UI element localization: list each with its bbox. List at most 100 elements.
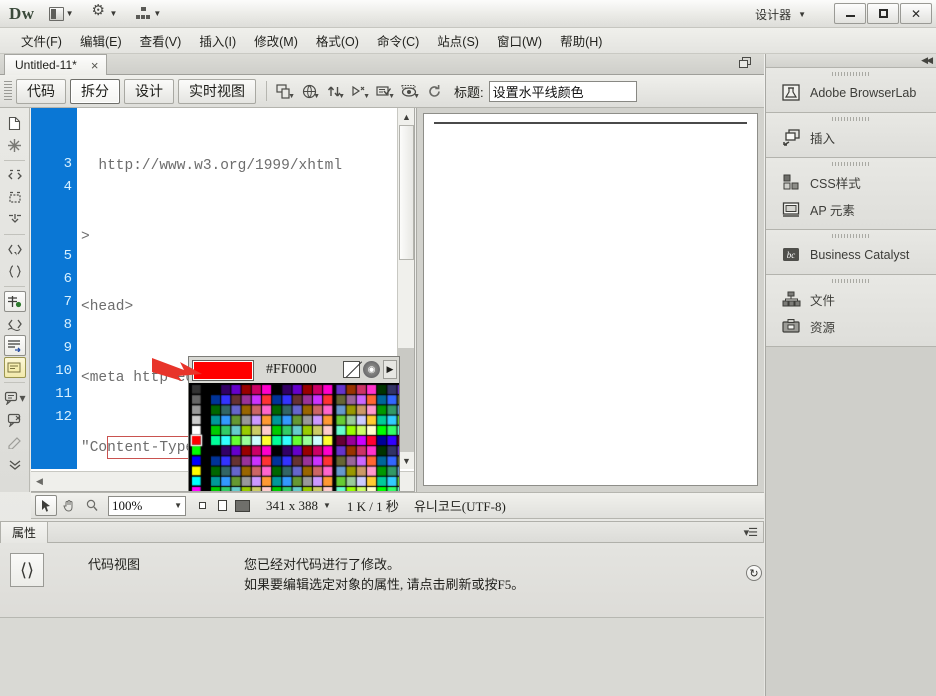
site-manager-button[interactable]: ▼	[131, 3, 165, 25]
highlight-invalid-code-icon[interactable]	[4, 313, 26, 334]
code-line: <head>	[81, 299, 134, 315]
menu-item-insert[interactable]: 插入(I)	[190, 28, 245, 53]
site-settings-button[interactable]: ▼	[87, 3, 121, 25]
system-color-picker-icon[interactable]: ◉	[363, 361, 380, 378]
color-swatch-grid[interactable]	[189, 383, 399, 491]
line-numbers-icon[interactable]	[3, 291, 26, 312]
panel-grip[interactable]	[766, 113, 936, 124]
format-source-code-icon[interactable]	[4, 453, 26, 474]
code-view-pane[interactable]: 3 4 5 6 7 8 9 10 11 12 http://www.w3.org…	[31, 108, 415, 492]
panel-grip[interactable]	[766, 230, 936, 241]
chevron-down-icon: ▼	[153, 8, 162, 18]
close-button[interactable]: ✕	[900, 3, 932, 24]
scroll-up-icon[interactable]: ▲	[398, 108, 414, 125]
toolbar-grip[interactable]	[4, 81, 12, 101]
apply-comment-icon[interactable]	[3, 335, 26, 356]
large-window-icon[interactable]	[232, 496, 252, 516]
select-parent-tag-icon[interactable]	[4, 239, 26, 260]
expand-all-icon[interactable]	[4, 209, 26, 230]
panel-grip[interactable]	[766, 68, 936, 79]
color-swatch-canvas[interactable]	[189, 383, 399, 491]
dreamweaver-window: Dw ▼ ▼ ▼ 设计器 ▼ ✕ 文件(F) 编辑(E) 查看(V) 插入(I)…	[0, 0, 936, 696]
no-color-icon[interactable]	[343, 361, 360, 378]
horizontal-rule-element[interactable]	[434, 122, 747, 124]
panel-options-menu-icon[interactable]: ▾☰	[744, 526, 758, 539]
close-icon[interactable]: ×	[91, 58, 99, 73]
menu-item-view[interactable]: 查看(V)	[131, 28, 191, 53]
scrollbar-thumb[interactable]	[399, 125, 414, 260]
collapse-selection-icon[interactable]	[4, 187, 26, 208]
code-view-icon[interactable]: ⟨⟩	[10, 553, 44, 587]
view-button-design[interactable]: 设计	[124, 78, 174, 104]
restore-window-icon[interactable]	[739, 57, 752, 69]
live-code-inspect-icon[interactable]: ▼	[398, 80, 420, 102]
window-controls: ✕	[834, 3, 932, 24]
small-window-icon[interactable]	[192, 496, 212, 516]
document-size-time: 1 K / 1 秒	[346, 499, 399, 514]
collapse-full-tag-icon[interactable]	[4, 135, 26, 156]
menu-item-file[interactable]: 文件(F)	[12, 28, 71, 53]
view-button-code[interactable]: 代码	[16, 78, 66, 104]
panel-item-business-catalyst[interactable]: bc Business Catalyst	[766, 241, 936, 268]
menu-item-help[interactable]: 帮助(H)	[551, 28, 611, 53]
panel-item-files[interactable]: 文件	[766, 286, 936, 313]
remove-comment-icon[interactable]	[3, 357, 26, 378]
dock-header: ◀◀	[766, 54, 936, 68]
view-button-live[interactable]: 实时视图	[178, 78, 256, 104]
window-size-readout[interactable]: 341 x 388	[266, 498, 318, 514]
chevron-down-icon: ▼	[65, 8, 74, 18]
toolbar-divider	[4, 382, 25, 383]
chevron-down-icon[interactable]: ▼	[323, 501, 331, 510]
properties-panel-tab[interactable]: 属性	[0, 521, 48, 543]
zoom-level-select[interactable]: 100% ▼	[108, 495, 186, 516]
view-button-split[interactable]: 拆分	[70, 78, 120, 104]
multiscreen-preview-icon[interactable]: ▼	[273, 80, 295, 102]
file-management-icon[interactable]: ▼	[323, 80, 345, 102]
validate-markup-icon[interactable]: ▼	[373, 80, 395, 102]
document-tab[interactable]: Untitled-11* ×	[4, 54, 108, 75]
design-canvas[interactable]	[423, 113, 758, 486]
panel-item-css-styles[interactable]: CSS样式	[766, 169, 936, 196]
panel-item-browserlab[interactable]: Adobe BrowserLab	[766, 79, 936, 106]
title-bar: Dw ▼ ▼ ▼ 设计器 ▼ ✕	[0, 0, 936, 28]
balance-braces-icon[interactable]	[4, 261, 26, 282]
zoom-tool-icon[interactable]	[81, 495, 103, 516]
panel-item-assets[interactable]: 资源	[766, 313, 936, 340]
panel-item-insert[interactable]: 插入	[766, 124, 936, 151]
recent-snippets-icon[interactable]	[4, 409, 26, 430]
hand-tool-icon[interactable]	[58, 495, 80, 516]
panel-grip[interactable]	[766, 158, 936, 169]
wrap-tag-icon[interactable]: ▾	[4, 387, 26, 408]
workspace-switcher[interactable]: 设计器 ▼	[751, 4, 810, 25]
menu-item-edit[interactable]: 编辑(E)	[71, 28, 131, 53]
medium-window-icon[interactable]	[212, 496, 232, 516]
menu-item-site[interactable]: 站点(S)	[428, 28, 488, 53]
maximize-button[interactable]	[867, 3, 899, 24]
collapse-outside-tag-icon[interactable]	[4, 165, 26, 186]
panel-grip[interactable]	[766, 275, 936, 286]
menu-item-modify[interactable]: 修改(M)	[245, 28, 307, 53]
workspace-label: 设计器	[755, 8, 792, 22]
menu-item-commands[interactable]: 命令(C)	[368, 28, 428, 53]
collapse-panels-icon[interactable]: ◀◀	[921, 55, 933, 66]
open-documents-icon[interactable]	[4, 113, 26, 134]
refresh-circle-icon[interactable]: ↻	[746, 565, 762, 581]
scrollbar-track[interactable]	[398, 348, 414, 452]
minimize-button[interactable]	[834, 3, 866, 24]
design-view-pane[interactable]	[416, 108, 764, 492]
color-picker-popup[interactable]: #FF0000 ◉ ▶	[188, 356, 400, 491]
menu-item-format[interactable]: 格式(O)	[307, 28, 368, 53]
chevron-down-icon: ▼	[798, 9, 806, 19]
panel-item-ap-elements[interactable]: AP 元素	[766, 196, 936, 223]
preview-in-browser-icon[interactable]: ▼	[298, 80, 320, 102]
visual-aids-icon[interactable]: ▼	[348, 80, 370, 102]
layout-switcher-button[interactable]: ▼	[45, 3, 78, 25]
move-or-convert-css-icon[interactable]	[4, 431, 26, 452]
page-title-input[interactable]	[488, 80, 637, 102]
select-tool-icon[interactable]	[35, 495, 57, 516]
scroll-left-icon[interactable]: ◀	[31, 476, 48, 487]
palette-options-arrow-icon[interactable]: ▶	[383, 360, 397, 379]
scroll-down-icon[interactable]: ▼	[398, 452, 414, 469]
refresh-icon[interactable]	[423, 80, 445, 102]
menu-item-window[interactable]: 窗口(W)	[488, 28, 551, 53]
